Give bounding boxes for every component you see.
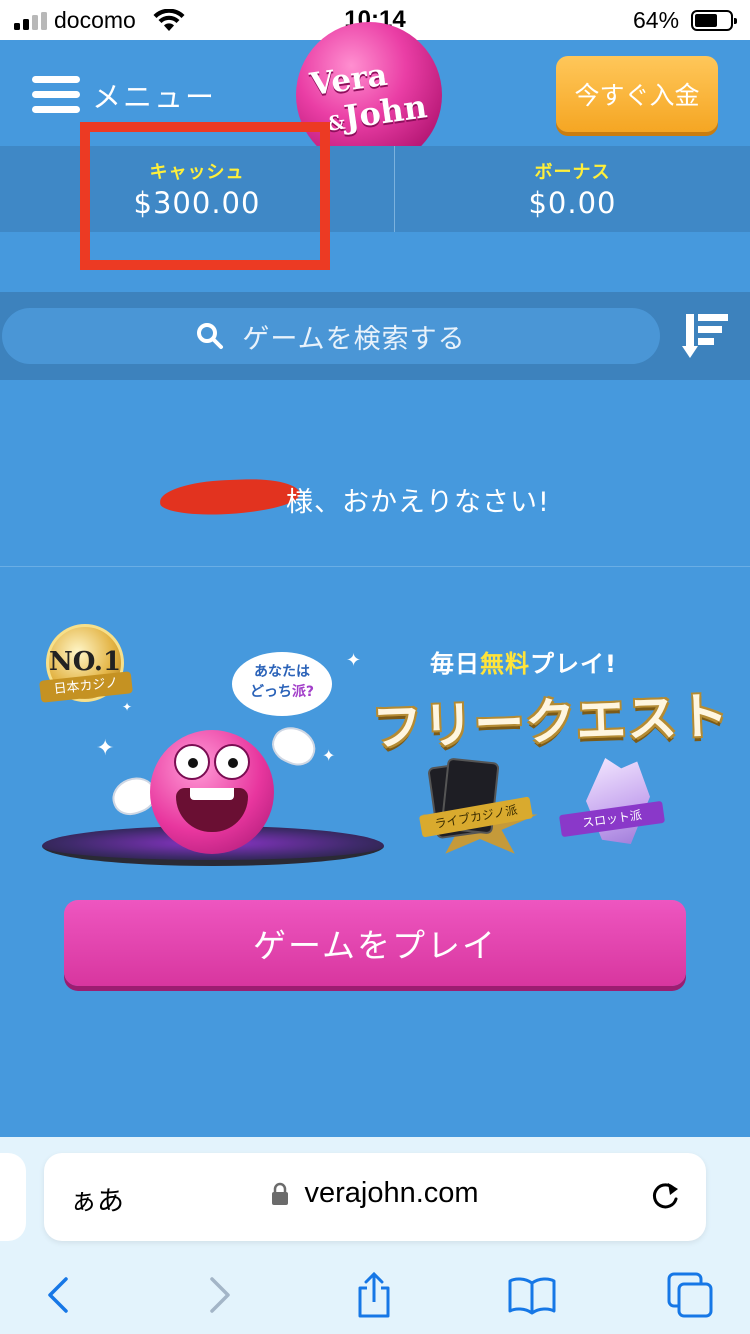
speech-line-2: どっち	[249, 684, 292, 700]
sparkle-icon: ✦	[346, 650, 362, 671]
forward-button[interactable]	[190, 1269, 250, 1321]
mascot-right-hand	[266, 720, 322, 772]
menu-label: メニュー	[92, 80, 217, 114]
bonus-balance: ボーナス $0.00	[395, 146, 750, 232]
battery-fill	[695, 14, 717, 27]
battery-icon	[691, 10, 737, 31]
bonus-label: ボーナス	[534, 162, 611, 183]
forward-icon	[210, 1277, 230, 1313]
welcome-text: 様、おかえりなさい!	[286, 487, 550, 518]
speech-bubble: あなたは どっち派?	[232, 652, 332, 716]
bonus-value: $0.00	[528, 186, 617, 220]
bookmarks-button[interactable]	[502, 1269, 562, 1321]
back-button[interactable]	[28, 1269, 88, 1321]
speech-line-1: あなたは	[254, 664, 310, 680]
battery-percent: 64%	[633, 7, 680, 33]
bookmarks-icon	[508, 1277, 556, 1315]
previous-tab-edge[interactable]	[0, 1153, 26, 1241]
promo-title: フリークエスト	[371, 686, 731, 758]
search-placeholder: ゲームを検索する	[242, 323, 466, 355]
browser-toolbar	[0, 1261, 750, 1331]
free-quest-banner[interactable]: NO.1 日本カジノ ✦ ✦ ✦ ✦ あなたは どっち派? 毎日無料プレイ! フ…	[0, 600, 750, 890]
sparkle-icon: ✦	[96, 736, 115, 761]
search-icon	[197, 323, 224, 349]
share-icon	[358, 1271, 390, 1318]
tagline-highlight: 無料	[480, 650, 530, 678]
tabs-button[interactable]	[660, 1269, 720, 1321]
tagline-prefix: 毎日	[430, 650, 480, 678]
redaction-scribble	[159, 477, 301, 517]
tabs-icon	[667, 1272, 713, 1318]
sparkle-icon: ✦	[122, 700, 133, 714]
browser-chrome: ぁあ verajohn.com	[0, 1137, 750, 1334]
reload-icon[interactable]	[648, 1175, 682, 1215]
search-row: ゲームを検索する	[0, 292, 750, 380]
lock-icon	[272, 1182, 289, 1205]
tagline-suffix: プレイ!	[530, 650, 617, 678]
annotation-highlight-box	[80, 122, 330, 270]
mascot-character	[150, 730, 274, 854]
share-button[interactable]	[344, 1269, 404, 1321]
back-icon	[48, 1277, 68, 1313]
url-text: verajohn.com	[304, 1177, 479, 1209]
sparkle-icon: ✦	[322, 746, 336, 765]
section-divider	[0, 566, 750, 567]
game-search-input[interactable]: ゲームを検索する	[2, 308, 660, 364]
menu-button[interactable]: メニュー	[32, 74, 216, 116]
promo-tagline: 毎日無料プレイ!	[430, 644, 617, 679]
deposit-now-button[interactable]: 今すぐ入金	[556, 56, 718, 132]
welcome-message: 様、おかえりなさい!	[0, 470, 750, 530]
play-game-button[interactable]: ゲームをプレイ	[64, 900, 686, 986]
address-bar[interactable]: ぁあ verajohn.com	[44, 1153, 706, 1241]
hamburger-icon	[32, 76, 80, 114]
speech-line-2-suffix: 派?	[291, 684, 315, 700]
sort-icon[interactable]	[682, 312, 732, 362]
